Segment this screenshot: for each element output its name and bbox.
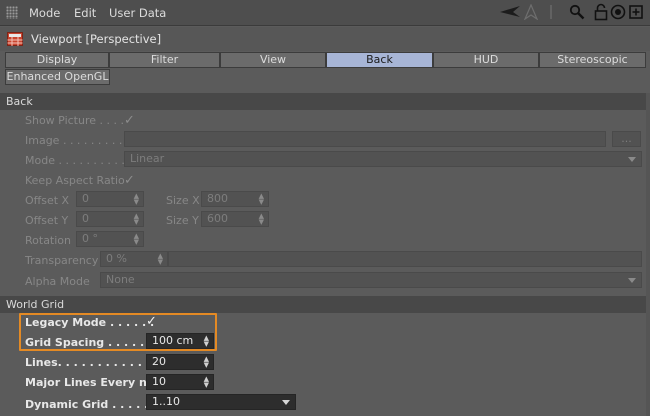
tab-filter[interactable]: Filter <box>109 52 220 68</box>
alpha-mode-dropdown[interactable]: None <box>100 272 642 288</box>
tab-display[interactable]: Display <box>5 52 109 68</box>
dynamic-grid-dropdown[interactable]: 1..10 <box>146 394 296 410</box>
chevron-down-icon <box>282 400 290 405</box>
chevron-down-icon <box>628 157 636 162</box>
search-icon[interactable] <box>568 3 586 21</box>
grip-icon[interactable] <box>6 6 18 19</box>
alpha-mode-value: None <box>106 273 135 286</box>
section-back[interactable]: Back <box>0 93 650 110</box>
major-lines-field[interactable]: 10 ▲ ▼ <box>146 374 214 390</box>
stepper-icon[interactable]: ▲ ▼ <box>134 233 139 246</box>
offset-y-value: 0 <box>82 212 89 225</box>
menu-user-data[interactable]: User Data <box>109 6 166 20</box>
rotation-label: Rotation <box>25 234 72 247</box>
tab-stereoscopic[interactable]: Stereoscopic <box>539 52 646 68</box>
stepper-icon[interactable]: ▲ ▼ <box>134 213 139 226</box>
offset-y-field[interactable]: 0 ▲ ▼ <box>76 211 144 227</box>
transparency-slider[interactable] <box>168 251 642 267</box>
tab-hud[interactable]: HUD <box>433 52 539 68</box>
image-field[interactable] <box>124 131 606 147</box>
show-picture-checkbox[interactable]: ✓ <box>124 114 135 127</box>
transparency-value: 0 % <box>106 252 127 265</box>
new-window-icon[interactable] <box>627 3 645 21</box>
stepper-icon[interactable]: ▲ ▼ <box>134 193 139 206</box>
offset-y-label: Offset Y <box>25 214 69 227</box>
major-lines-label: Major Lines Every nth <box>25 376 160 389</box>
lock-icon[interactable] <box>592 3 610 21</box>
dynamic-grid-value: 1..10 <box>152 395 180 408</box>
size-y-value: 600 <box>207 212 228 225</box>
rotation-field[interactable]: 0 ° ▲ ▼ <box>76 231 144 247</box>
size-y-label: Size Y <box>166 214 199 227</box>
menu-mode[interactable]: Mode <box>29 6 60 20</box>
mode-label: Mode . . . . . . . . . . . <box>25 154 132 167</box>
keep-aspect-label: Keep Aspect Ratio <box>25 174 125 187</box>
stepper-icon[interactable]: ▲ ▼ <box>259 213 264 226</box>
image-label: Image . . . . . . . . . . <box>25 134 130 147</box>
dynamic-grid-label: Dynamic Grid . . . . . . . <box>25 398 165 411</box>
alpha-mode-label: Alpha Mode <box>25 275 90 288</box>
size-x-label: Size X <box>166 194 200 207</box>
show-picture-label: Show Picture . . . . <box>25 114 124 127</box>
viewport-icon <box>7 32 23 46</box>
size-y-field[interactable]: 600 ▲ ▼ <box>201 211 269 227</box>
offset-x-value: 0 <box>82 192 89 205</box>
keep-aspect-checkbox[interactable]: ✓ <box>124 174 135 187</box>
chevron-down-icon <box>628 278 636 283</box>
mode-value: Linear <box>130 152 165 165</box>
target-icon[interactable] <box>609 3 627 21</box>
tab-view[interactable]: View <box>220 52 326 68</box>
offset-x-label: Offset X <box>25 194 70 207</box>
stepper-icon[interactable]: ▲ ▼ <box>204 376 209 389</box>
transparency-field[interactable]: 0 % ▲ ▼ <box>100 251 168 267</box>
rotation-value: 0 ° <box>82 232 98 245</box>
mode-dropdown[interactable]: Linear <box>124 151 642 167</box>
browse-button[interactable]: ... <box>612 131 641 147</box>
major-lines-value: 10 <box>152 375 166 388</box>
highlight-box <box>19 313 217 351</box>
transparency-label: Transparency <box>25 254 99 267</box>
size-x-field[interactable]: 800 ▲ ▼ <box>201 191 269 207</box>
arrow-up-icon[interactable] <box>522 3 540 21</box>
lines-value: 20 <box>152 355 166 368</box>
stepper-icon[interactable]: ▲ ▼ <box>204 356 209 369</box>
stepper-icon[interactable]: ▲ ▼ <box>158 253 163 266</box>
menu-edit[interactable]: Edit <box>74 6 96 20</box>
arrow-left-icon[interactable] <box>498 3 522 21</box>
tab-enhanced-opengl[interactable]: Enhanced OpenGL <box>5 69 110 85</box>
window-title: Viewport [Perspective] <box>31 32 162 46</box>
offset-x-field[interactable]: 0 ▲ ▼ <box>76 191 144 207</box>
vertical-divider-icon <box>542 3 560 21</box>
lines-field[interactable]: 20 ▲ ▼ <box>146 354 214 370</box>
size-x-value: 800 <box>207 192 228 205</box>
scrollbar[interactable] <box>646 93 650 416</box>
section-world-grid[interactable]: World Grid <box>0 296 650 313</box>
tab-back[interactable]: Back <box>326 52 433 68</box>
stepper-icon[interactable]: ▲ ▼ <box>259 193 264 206</box>
